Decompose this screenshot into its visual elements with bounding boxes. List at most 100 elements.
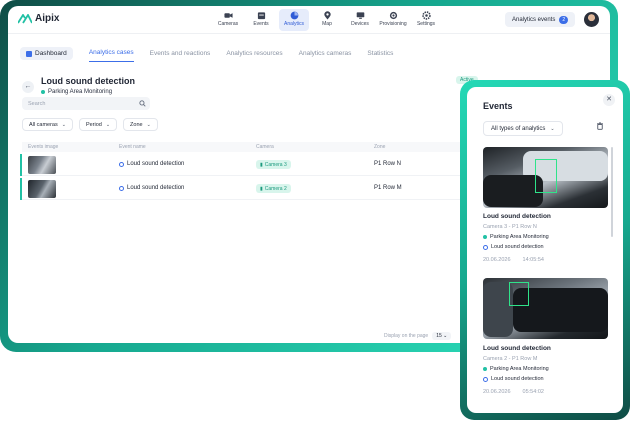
analytics-icon [290, 11, 298, 20]
chevron-down-icon: ⌄ [61, 121, 66, 128]
sound-event-icon [119, 161, 124, 167]
event-card-case-text: Parking Area Monitoring [490, 366, 549, 372]
nav-analytics[interactable]: Analytics [279, 9, 309, 31]
user-avatar[interactable] [584, 12, 599, 27]
nav-label: Events [253, 21, 269, 27]
event-card-date: 20.06.2026 [483, 257, 511, 263]
filter-period[interactable]: Period ⌄ [78, 118, 118, 131]
event-snapshot[interactable] [483, 278, 608, 339]
camera-badge[interactable]: ▮ Camera 3 [256, 160, 291, 169]
event-card-title: Loud sound detection [483, 345, 551, 352]
filter-all-cameras[interactable]: All cameras ⌄ [22, 118, 73, 131]
status-dot-icon [483, 235, 487, 239]
search-icon [139, 100, 146, 107]
page-subtitle: Parking Area Monitoring [41, 89, 112, 95]
filter-label: All cameras [29, 121, 58, 128]
sound-event-icon [483, 244, 488, 250]
nav-label: Settings [416, 21, 436, 27]
event-card-camera: Camera 3 - P1 Row N [483, 224, 537, 230]
detection-box [535, 159, 557, 193]
gear-icon [421, 11, 431, 20]
section-tabs: Dashboard Analytics cases Events and rea… [20, 42, 393, 62]
nav-label: Provisioning [379, 21, 407, 27]
tab-statistics[interactable]: Statistics [367, 50, 393, 62]
event-thumbnail[interactable] [28, 180, 56, 198]
filter-label: Zone [130, 121, 143, 128]
nav-devices[interactable]: Devices [345, 9, 375, 31]
sound-event-icon [483, 376, 488, 382]
tab-analytics-resources[interactable]: Analytics resources [226, 50, 282, 62]
tab-analytics-cases[interactable]: Analytics cases [88, 49, 134, 62]
column-header-image: Events image [28, 144, 59, 150]
event-card-date: 20.06.2026 [483, 389, 511, 395]
tab-analytics-cameras[interactable]: Analytics cameras [299, 50, 352, 62]
chevron-down-icon: ⌄ [146, 121, 151, 128]
event-card-type: Loud sound detection [483, 244, 544, 250]
event-name: Loud sound detection [119, 161, 184, 167]
chevron-down-icon: ⌄ [443, 333, 448, 339]
map-pin-icon [323, 11, 331, 20]
event-card-time: 14:05:54 [522, 257, 544, 263]
filter-zone[interactable]: Zone ⌄ [123, 118, 158, 131]
event-card-case: Parking Area Monitoring [483, 234, 549, 240]
provisioning-icon [389, 11, 397, 20]
camera-badge-text: Camera 3 [264, 161, 287, 168]
events-panel-title: Events [483, 101, 513, 111]
column-header-event-name: Event name [119, 144, 146, 150]
event-card-camera: Camera 2 - P1 Row M [483, 356, 538, 362]
event-card-case: Parking Area Monitoring [483, 366, 549, 372]
nav-provisioning[interactable]: Provisioning [378, 9, 408, 31]
analytics-events-count-badge: 2 [559, 15, 569, 24]
row-selected-marker [20, 154, 22, 176]
zone-cell: P1 Row M [374, 185, 402, 191]
column-header-zone: Zone [374, 144, 386, 150]
analytics-events-button[interactable]: Analytics events 2 [505, 12, 576, 27]
event-card-title: Loud sound detection [483, 213, 551, 220]
camera-badge[interactable]: ▮ Camera 2 [256, 184, 291, 193]
table-row[interactable]: Loud sound detection ▮ Camera 3 P1 Row N [20, 154, 482, 176]
nav-label: Map [322, 21, 332, 27]
back-button[interactable]: ← [22, 81, 34, 93]
tab-events-and-reactions[interactable]: Events and reactions [150, 50, 211, 62]
events-icon [257, 12, 265, 20]
page-title: Loud sound detection [41, 76, 135, 86]
event-card-datetime: 20.06.2026 14:05:54 [483, 257, 544, 263]
tab-dashboard[interactable]: Dashboard [20, 47, 73, 60]
app-logo[interactable]: Aipix [18, 13, 59, 24]
search-placeholder: Search [28, 100, 46, 107]
nav-map[interactable]: Map [312, 9, 342, 31]
search-input[interactable]: Search [22, 97, 150, 110]
sound-event-icon [119, 185, 124, 191]
analytics-type-value: All types of analytics [491, 125, 546, 132]
filters-bar: All cameras ⌄ Period ⌄ Zone ⌄ [22, 118, 158, 131]
analytics-type-dropdown[interactable]: All types of analytics ⌄ [483, 121, 563, 136]
page-size-value: 15 [436, 333, 442, 339]
close-icon: ✕ [606, 96, 612, 103]
tab-dashboard-label: Dashboard [35, 50, 67, 57]
camera-icon: ▮ [260, 161, 263, 168]
nav-cameras[interactable]: Cameras [213, 9, 243, 31]
top-bar: Aipix Cameras Events Analytics Map Devic… [8, 6, 610, 34]
filter-label: Period [85, 121, 102, 128]
detection-box [509, 282, 529, 306]
page-subtitle-text: Parking Area Monitoring [48, 89, 113, 95]
nav-label: Cameras [217, 21, 239, 27]
page-size-select[interactable]: 15 ⌄ [432, 332, 452, 340]
events-panel: Events ✕ All types of analytics ⌄ Loud s… [467, 87, 623, 413]
analytics-events-label: Analytics events [512, 16, 556, 23]
nav-events[interactable]: Events [246, 9, 276, 31]
main-nav: Cameras Events Analytics Map Devices Pro… [213, 9, 441, 31]
clear-events-button[interactable] [593, 122, 606, 135]
camera-icon: ▮ [260, 185, 263, 192]
table-row[interactable]: Loud sound detection ▮ Camera 2 P1 Row M [20, 178, 482, 200]
event-name-text: Loud sound detection [127, 161, 185, 167]
status-dot-icon [483, 367, 487, 371]
close-button[interactable]: ✕ [603, 94, 615, 106]
nav-settings[interactable]: Settings [411, 9, 441, 31]
events-scrollbar[interactable] [611, 147, 613, 237]
table-header: Events image Event name Camera Zone [22, 142, 482, 152]
arrow-left-icon: ← [24, 83, 32, 90]
event-name-text: Loud sound detection [127, 185, 185, 191]
event-snapshot[interactable] [483, 147, 608, 208]
event-thumbnail[interactable] [28, 156, 56, 174]
